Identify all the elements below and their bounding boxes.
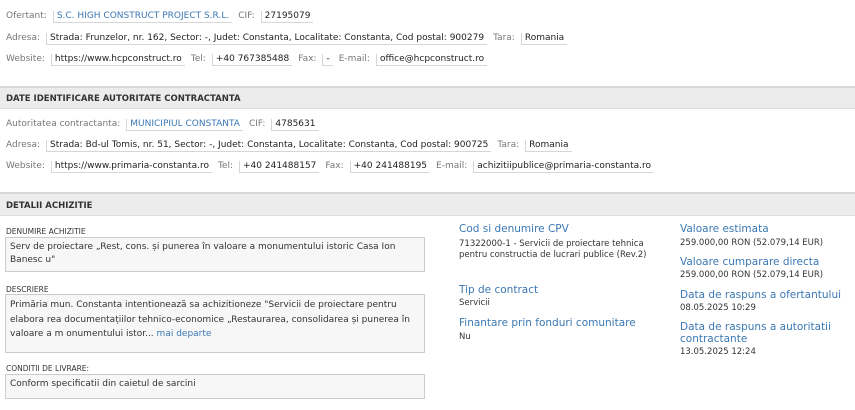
- ofertant-row: Ofertant: S.C. HIGH CONSTRUCT PROJECT S.…: [6, 11, 314, 25]
- tip-contract-heading: Tip de contract: [459, 284, 539, 296]
- data-raspuns-ofertant-value: 08.05.2025 10:29: [680, 303, 756, 313]
- conditii-text: Conform specificatii din caietul de sarc…: [10, 379, 196, 389]
- conditii-field: Conform specificatii din caietul de sarc…: [5, 374, 425, 399]
- ofertant-cif-value: 27195079: [260, 11, 314, 23]
- section-title-autoritate: DATE IDENTIFICARE AUTORITATE CONTRACTANT…: [6, 94, 241, 104]
- ofertant-name-link[interactable]: S.C. HIGH CONSTRUCT PROJECT S.R.L.: [52, 11, 233, 23]
- ofertant-contact-row: Website: https://www.hcpconstruct.ro Tel…: [6, 54, 488, 68]
- ofertant-fax-value: -: [322, 54, 333, 66]
- section-title-achizitie: DETALII ACHIZITIE: [6, 201, 93, 211]
- autoritate-label: Autoritatea contractanta:: [6, 119, 121, 129]
- autoritate-row: Autoritatea contractanta: MUNICIPIUL CON…: [6, 119, 319, 133]
- conditii-label: CONDITII DE LIVRARE:: [6, 364, 90, 373]
- tip-contract-value: Servicii: [459, 298, 490, 308]
- ofertant-adresa-label: Adresa:: [6, 33, 40, 43]
- autoritate-email-label: E-mail:: [436, 161, 468, 171]
- autoritate-tara-value: Romania: [525, 140, 572, 152]
- valoare-cumparare-heading: Valoare cumparare directa: [680, 256, 820, 268]
- denumire-text: Serv de proiectare „Rest, cons. și puner…: [10, 242, 396, 265]
- section-header-achizitie: DETALII ACHIZITIE: [0, 192, 855, 216]
- ofertant-tara-value: Romania: [520, 33, 568, 45]
- autoritate-adresa-row: Adresa: Strada: Bd-ul Tomis, nr. 51, Sec…: [6, 140, 572, 154]
- autoritate-email-value: achizitiipublice@primaria-constanta.ro: [473, 161, 654, 173]
- autoritate-name-link[interactable]: MUNICIPIUL CONSTANTA: [126, 119, 243, 131]
- autoritate-fax-value: +40 241488195: [349, 161, 431, 173]
- ofertant-website-label: Website:: [6, 54, 45, 64]
- autoritate-fax-label: Fax:: [325, 161, 344, 171]
- valoare-cumparare-value: 259.000,00 RON (52.079,14 EUR): [680, 270, 824, 280]
- ofertant-tara-label: Tara:: [493, 33, 515, 43]
- mai-departe-link[interactable]: mai departe: [157, 329, 212, 339]
- autoritate-cif-label: CIF:: [248, 119, 266, 129]
- autoritate-adresa-label: Adresa:: [6, 140, 40, 150]
- autoritate-website-label: Website:: [6, 161, 45, 171]
- autoritate-tara-label: Tara:: [497, 140, 520, 150]
- cpv-heading: Cod si denumire CPV: [459, 223, 569, 235]
- descriere-label: DESCRIERE: [6, 285, 49, 294]
- autoritate-adresa-value: Strada: Bd-ul Tomis, nr. 51, Sector: -, …: [46, 140, 492, 152]
- denumire-label: DENUMIRE ACHIZITIE: [6, 227, 86, 236]
- section-header-autoritate: DATE IDENTIFICARE AUTORITATE CONTRACTANT…: [0, 86, 855, 109]
- ofertant-adresa-value: Strada: Frunzelor, nr. 162, Sector: -, J…: [46, 33, 488, 45]
- data-raspuns-autoritate-value: 13.05.2025 12:24: [680, 347, 756, 357]
- ofertant-adresa-row: Adresa: Strada: Frunzelor, nr. 162, Sect…: [6, 33, 568, 47]
- descriere-field: Primăria mun. Constanta intentionează sa…: [5, 294, 425, 353]
- finantare-value: Nu: [459, 332, 471, 342]
- finantare-heading: Finantare prin fonduri comunitare: [459, 317, 636, 329]
- autoritate-contact-row: Website: https://www.primaria-constanta.…: [6, 161, 654, 175]
- ofertant-cif-label: CIF:: [238, 11, 255, 21]
- ofertant-label: Ofertant:: [6, 11, 47, 21]
- valoare-estimata-value: 259.000,00 RON (52.079,14 EUR): [680, 238, 824, 248]
- data-raspuns-ofertant-heading: Data de raspuns a ofertantului: [680, 289, 842, 301]
- ofertant-email-value: office@hcpconstruct.ro: [375, 54, 488, 66]
- denumire-field: Serv de proiectare „Rest, cons. și puner…: [5, 237, 425, 272]
- autoritate-cif-value: 4785631: [271, 119, 319, 131]
- ofertant-tel-value: +40 767385488: [211, 54, 293, 66]
- autoritate-tel-label: Tel:: [217, 161, 234, 171]
- autoritate-tel-value: +40 241488157: [239, 161, 320, 173]
- cpv-value: 71322000-1 - Servicii de proiectare tehn…: [459, 239, 647, 260]
- autoritate-website-value: https://www.primaria-constanta.ro: [50, 161, 212, 173]
- ofertant-fax-label: Fax:: [298, 54, 317, 64]
- data-raspuns-autoritate-heading: Data de raspuns a autoritatii contractan…: [680, 321, 832, 345]
- valoare-estimata-heading: Valoare estimata: [680, 223, 769, 235]
- ofertant-email-label: E-mail:: [338, 54, 370, 64]
- ofertant-website-value: https://www.hcpconstruct.ro: [50, 54, 185, 66]
- ofertant-tel-label: Tel:: [190, 54, 206, 64]
